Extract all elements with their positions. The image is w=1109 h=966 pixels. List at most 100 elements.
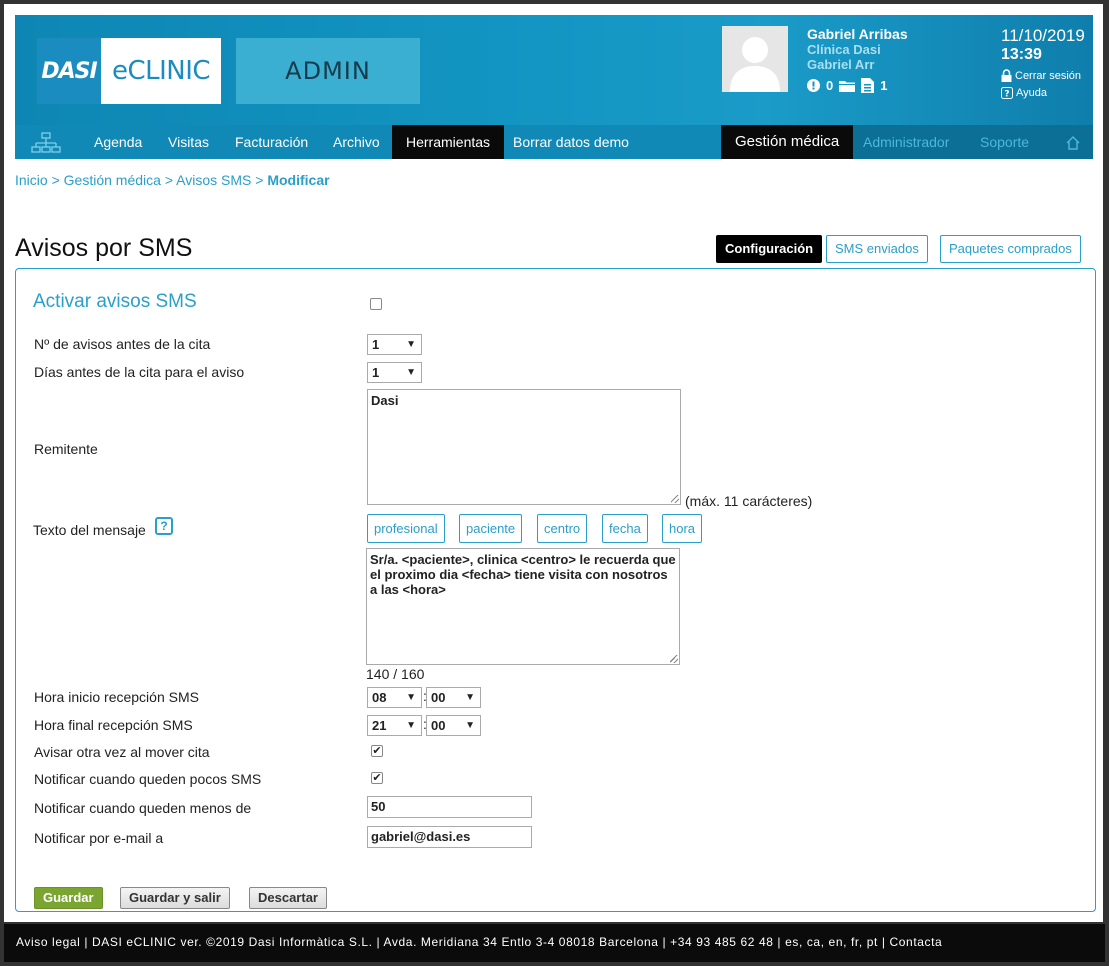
logout-label: Cerrar sesión bbox=[1015, 69, 1082, 82]
hora-final-minute-select[interactable]: 00 ▼ bbox=[426, 715, 481, 736]
tab-sms-enviados[interactable]: SMS enviados bbox=[826, 235, 928, 263]
hora-inicio-minute: 00 bbox=[431, 690, 446, 705]
alerts-count: 0 bbox=[826, 78, 834, 93]
texto-value: Sr/a. <paciente>, clinica <centro> le re… bbox=[370, 552, 676, 597]
tag-centro-button[interactable]: centro bbox=[537, 514, 588, 543]
avisar-label: Avisar otra vez al mover cita bbox=[34, 744, 210, 760]
tab-configuracion[interactable]: Configuración bbox=[716, 235, 823, 263]
tag-fecha-button[interactable]: fecha bbox=[602, 514, 648, 543]
nav-visitas[interactable]: Visitas bbox=[154, 125, 223, 159]
breadcrumb-gestion-medica[interactable]: Gestión médica bbox=[64, 172, 161, 188]
chevron-down-icon: ▼ bbox=[465, 692, 475, 703]
chevron-down-icon: ▼ bbox=[406, 720, 416, 731]
hora-inicio-label: Hora inicio recepción SMS bbox=[34, 689, 199, 705]
home-icon[interactable] bbox=[1055, 125, 1091, 159]
lock-icon bbox=[1001, 69, 1012, 82]
page-title: Avisos por SMS bbox=[15, 234, 193, 262]
tag-profesional-button[interactable]: profesional bbox=[367, 514, 445, 543]
header: DASI eCLINIC ADMIN Gabriel Arribas Clíni… bbox=[15, 15, 1093, 159]
remitente-hint: (máx. 11 carácteres) bbox=[685, 493, 813, 509]
resize-grip-icon[interactable] bbox=[671, 495, 679, 503]
activate-title: Activar avisos SMS bbox=[33, 291, 197, 312]
dias-value: 1 bbox=[372, 365, 380, 380]
nav-gestion-medica[interactable]: Gestión médica bbox=[721, 125, 854, 159]
user-icons: 0 1 bbox=[807, 78, 908, 93]
breadcrumb-separator: > bbox=[255, 172, 264, 188]
document-icon[interactable] bbox=[861, 78, 875, 93]
avatar[interactable] bbox=[722, 26, 788, 92]
help-icon: ? bbox=[1001, 87, 1013, 99]
remitente-textarea[interactable]: Dasi bbox=[367, 389, 681, 505]
save-button[interactable]: Guardar bbox=[34, 887, 103, 909]
pocos-label: Notificar cuando queden pocos SMS bbox=[34, 771, 262, 787]
menos-label: Notificar cuando queden menos de bbox=[34, 800, 252, 816]
docs-count: 1 bbox=[880, 78, 888, 93]
breadcrumb-avisos-sms[interactable]: Avisos SMS bbox=[176, 172, 251, 188]
current-time: 13:39 bbox=[1001, 46, 1042, 63]
nav-borrar-datos-demo[interactable]: Borrar datos demo bbox=[499, 125, 643, 159]
n-avisos-select[interactable]: 1 ▼ bbox=[367, 334, 422, 355]
char-count: 140 / 160 bbox=[366, 666, 425, 682]
nav-soporte[interactable]: Soporte bbox=[966, 125, 1043, 159]
folder-icon[interactable] bbox=[839, 79, 856, 92]
hora-final-hour: 21 bbox=[372, 718, 387, 733]
tag-hora-button[interactable]: hora bbox=[662, 514, 703, 543]
breadcrumb-separator: > bbox=[164, 172, 174, 188]
logo-mark: DASI bbox=[37, 38, 101, 104]
nav-herramientas[interactable]: Herramientas bbox=[392, 125, 505, 159]
breadcrumb-current: Modificar bbox=[267, 172, 330, 188]
remitente-label: Remitente bbox=[34, 441, 98, 457]
breadcrumb: Inicio > Gestión médica > Avisos SMS > M… bbox=[15, 172, 330, 188]
chevron-down-icon: ▼ bbox=[406, 367, 416, 378]
hora-inicio-hour: 08 bbox=[372, 690, 387, 705]
sms-config-form: Activar avisos SMS Nº de avisos antes de… bbox=[15, 268, 1096, 912]
chevron-down-icon: ▼ bbox=[465, 720, 475, 731]
n-avisos-value: 1 bbox=[372, 337, 380, 352]
nav-facturacion[interactable]: Facturación bbox=[221, 125, 322, 159]
current-date: 11/10/2019 bbox=[1001, 26, 1085, 45]
page: DASI eCLINIC ADMIN Gabriel Arribas Clíni… bbox=[4, 4, 1103, 922]
hora-inicio-minute-select[interactable]: 00 ▼ bbox=[426, 687, 481, 708]
chevron-down-icon: ▼ bbox=[406, 339, 416, 350]
svg-text:?: ? bbox=[1004, 90, 1009, 100]
chevron-down-icon: ▼ bbox=[406, 692, 416, 703]
footer: Aviso legal | DASI eCLINIC ver. ©2019 Da… bbox=[4, 924, 1105, 962]
pocos-checkbox[interactable]: ✔ bbox=[371, 772, 383, 784]
nav-archivo[interactable]: Archivo bbox=[319, 125, 394, 159]
save-and-exit-button[interactable]: Guardar y salir bbox=[120, 887, 230, 909]
main-nav: Agenda Visitas Facturación Archivo Herra… bbox=[15, 125, 1093, 159]
discard-button[interactable]: Descartar bbox=[249, 887, 327, 909]
alert-icon[interactable] bbox=[807, 79, 820, 92]
email-input[interactable]: gabriel@dasi.es bbox=[367, 826, 532, 848]
dias-select[interactable]: 1 ▼ bbox=[367, 362, 422, 383]
avatar-silhouette-icon bbox=[722, 26, 788, 92]
texto-textarea[interactable]: Sr/a. <paciente>, clinica <centro> le re… bbox=[366, 548, 680, 665]
dias-label: Días antes de la cita para el aviso bbox=[34, 364, 245, 380]
breadcrumb-inicio[interactable]: Inicio bbox=[15, 172, 48, 188]
nav-agenda[interactable]: Agenda bbox=[80, 125, 156, 159]
user-name[interactable]: Gabriel Arribas bbox=[807, 26, 908, 42]
user-info: Gabriel Arribas Clínica Dasi Gabriel Arr… bbox=[807, 26, 908, 93]
hora-inicio-hour-select[interactable]: 08 ▼ bbox=[367, 687, 422, 708]
org-chart-icon[interactable] bbox=[19, 125, 73, 159]
tag-paciente-button[interactable]: paciente bbox=[459, 514, 523, 543]
avisar-checkbox[interactable]: ✔ bbox=[371, 745, 383, 757]
hora-final-label: Hora final recepción SMS bbox=[34, 717, 193, 733]
activate-sms-checkbox[interactable] bbox=[370, 298, 382, 310]
admin-badge: ADMIN bbox=[236, 38, 420, 104]
date-info: 11/10/2019 13:39 Cerrar sesión ? Ayuda bbox=[1001, 26, 1085, 99]
logout-link[interactable]: Cerrar sesión bbox=[1001, 69, 1085, 82]
nav-administrador[interactable]: Administrador bbox=[849, 125, 963, 159]
breadcrumb-separator: > bbox=[51, 172, 60, 188]
logo[interactable]: DASI eCLINIC bbox=[37, 38, 221, 104]
tab-paquetes-comprados[interactable]: Paquetes comprados bbox=[940, 235, 1081, 263]
remitente-value: Dasi bbox=[371, 393, 399, 408]
logo-text: eCLINIC bbox=[111, 56, 211, 86]
hora-final-hour-select[interactable]: 21 ▼ bbox=[367, 715, 422, 736]
hora-final-minute: 00 bbox=[431, 718, 446, 733]
texto-label: Texto del mensaje bbox=[33, 522, 146, 538]
menos-input[interactable]: 50 bbox=[367, 796, 532, 818]
texto-help-icon[interactable]: ? bbox=[155, 517, 173, 535]
help-link[interactable]: ? Ayuda bbox=[1001, 87, 1085, 99]
resize-grip-icon[interactable] bbox=[670, 655, 678, 663]
